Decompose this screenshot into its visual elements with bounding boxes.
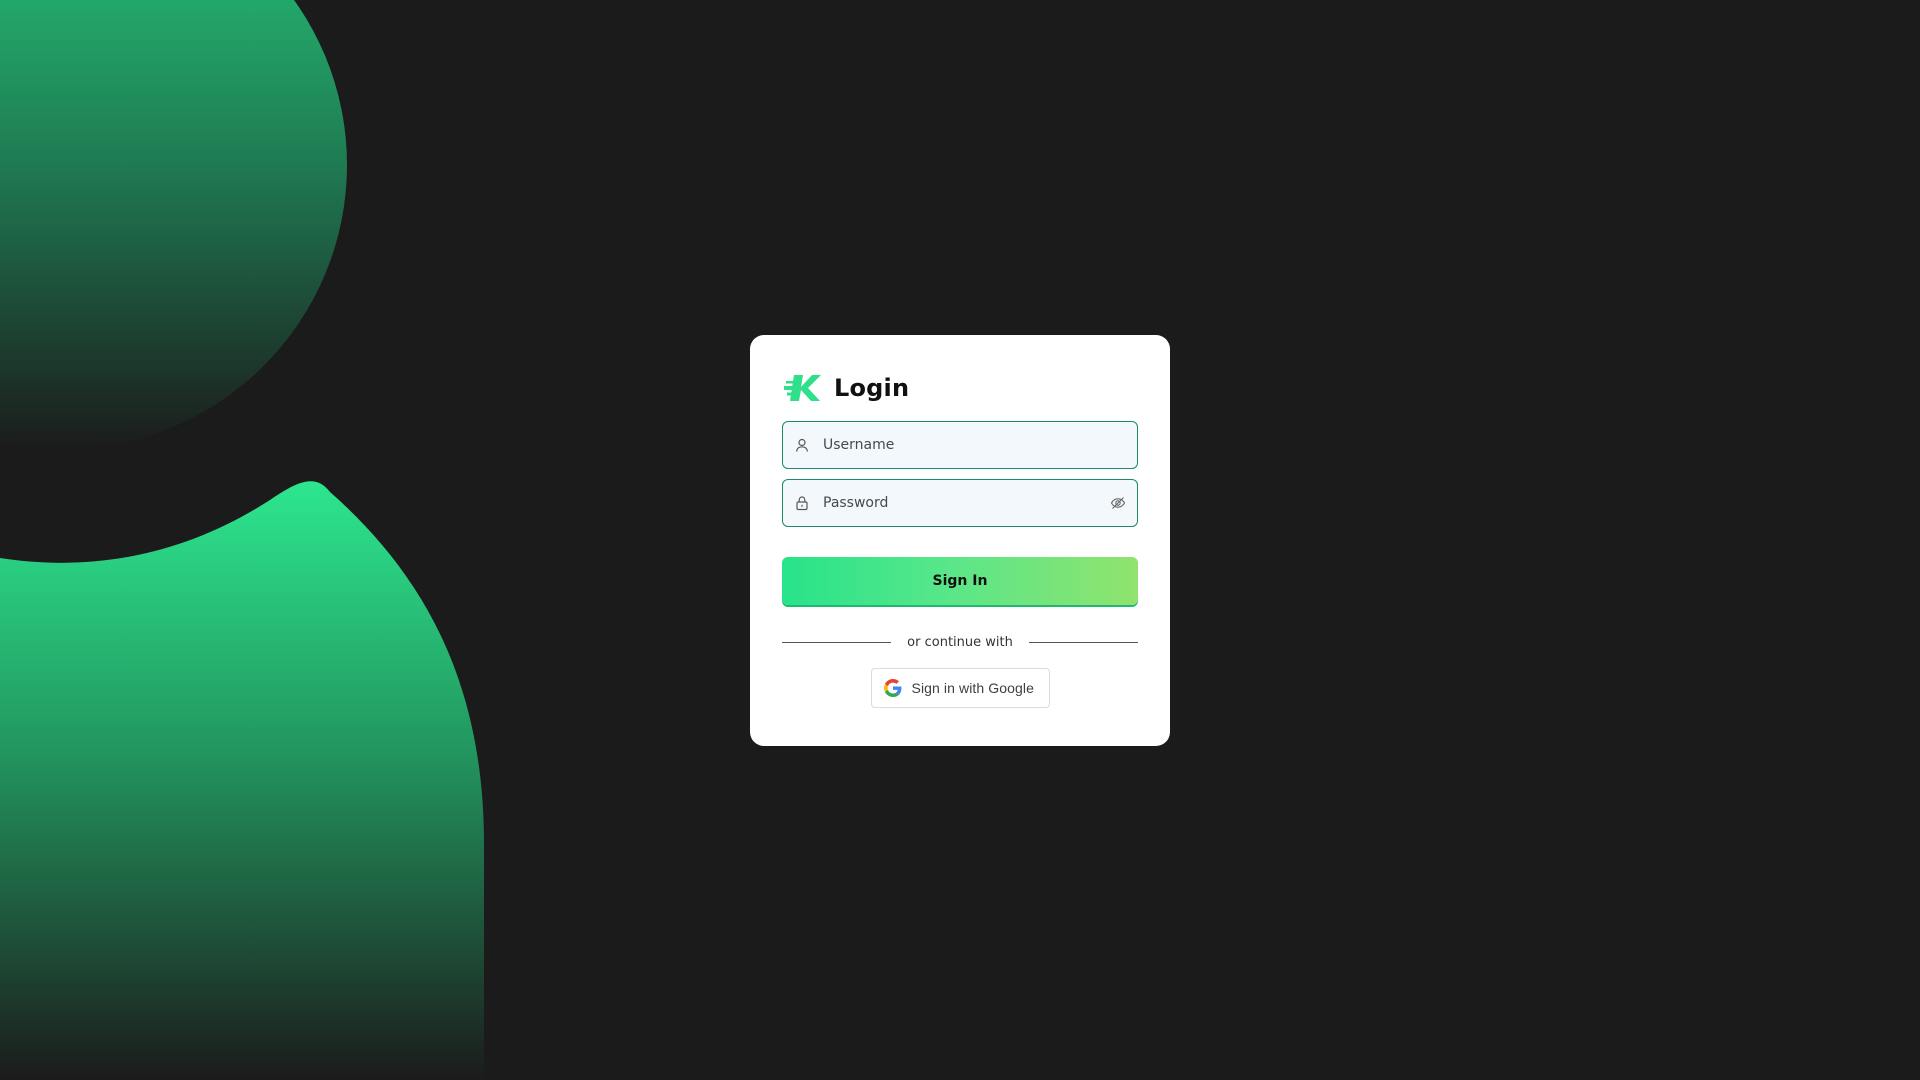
background-circle-top	[0, 0, 347, 450]
password-field[interactable]	[782, 479, 1138, 527]
username-input[interactable]	[823, 422, 1137, 468]
page-title: Login	[834, 374, 910, 402]
google-signin-button[interactable]: Sign in with Google	[870, 668, 1050, 708]
divider: or continue with	[782, 632, 1139, 652]
lock-icon	[796, 496, 808, 511]
google-g-icon	[883, 679, 901, 697]
username-field[interactable]	[782, 421, 1138, 469]
login-header: Login	[782, 369, 1138, 407]
user-icon	[795, 438, 809, 452]
login-page: Login Sign In or cont	[0, 0, 1920, 1080]
divider-text: or continue with	[907, 634, 1013, 650]
google-signin-container: Sign in with Google	[782, 668, 1138, 708]
divider-line-right	[1028, 641, 1139, 643]
password-input[interactable]	[823, 480, 1110, 526]
sign-in-button[interactable]: Sign In	[782, 557, 1138, 605]
brand-logo-icon	[784, 375, 821, 401]
eye-off-icon[interactable]	[1110, 495, 1126, 511]
divider-line-left	[782, 641, 892, 643]
background-shape-bottom	[0, 481, 484, 1080]
login-card: Login Sign In or cont	[750, 335, 1170, 746]
google-signin-label: Sign in with Google	[911, 680, 1035, 696]
